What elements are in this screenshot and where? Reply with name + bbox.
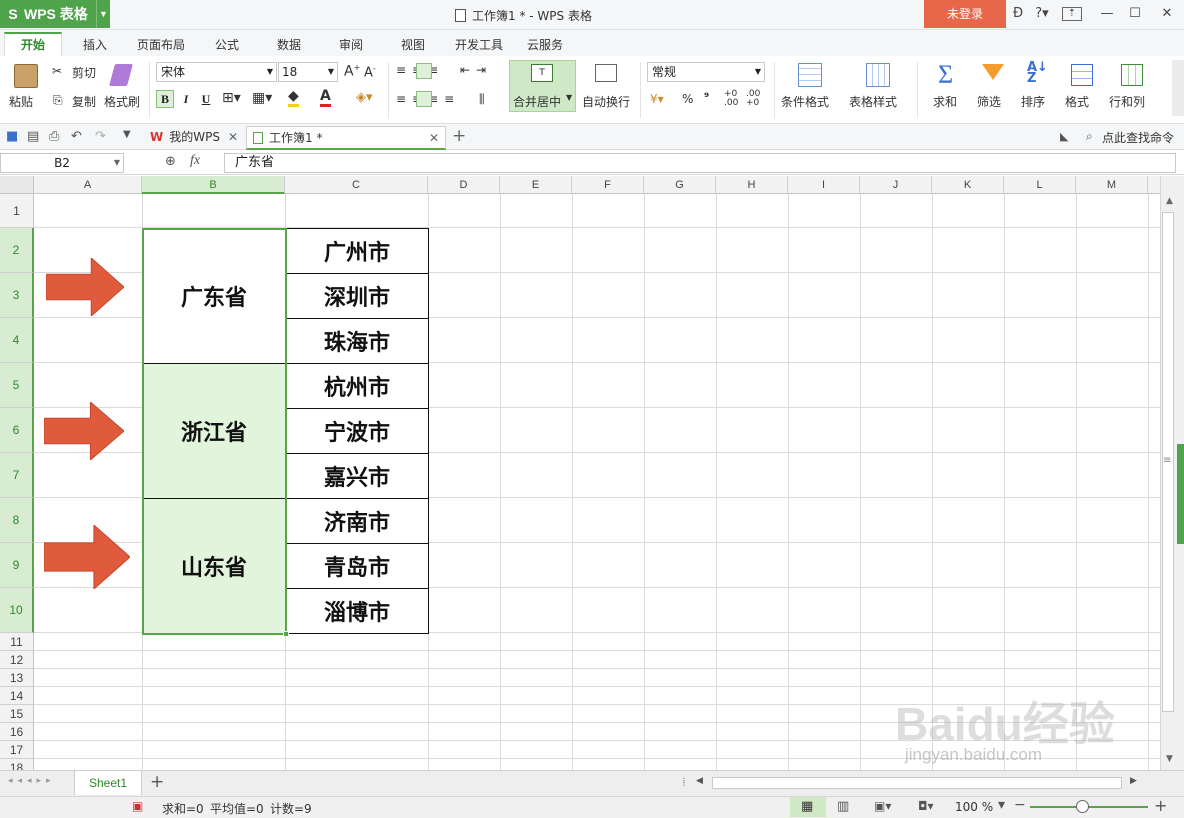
row-header-11[interactable]: 11 <box>0 633 34 651</box>
column-header-j[interactable]: J <box>860 176 932 194</box>
grid-line <box>500 194 501 770</box>
column-header-g[interactable]: G <box>644 176 716 194</box>
row-header-6[interactable]: 6 <box>0 408 34 453</box>
row-header-14[interactable]: 14 <box>0 687 34 705</box>
grid-line <box>34 686 1160 687</box>
scroll-down-icon[interactable]: ▼ <box>1166 754 1173 764</box>
row-header-10[interactable]: 10 <box>0 588 34 633</box>
add-sheet-plus-icon[interactable]: + <box>150 772 164 792</box>
zoom-out-icon[interactable]: − <box>1014 797 1026 813</box>
row-header-16[interactable]: 16 <box>0 723 34 741</box>
side-panel-handle[interactable] <box>1177 444 1184 544</box>
column-header-f[interactable]: F <box>572 176 644 194</box>
city-cell[interactable]: 深圳市 <box>285 273 429 319</box>
scroll-up-icon[interactable]: ▲ <box>1166 196 1173 206</box>
city-cell[interactable]: 广州市 <box>285 228 429 274</box>
sheet-nav-arrows-icon[interactable]: ◂◂◂▸▸ <box>8 776 56 786</box>
row-header-12[interactable]: 12 <box>0 651 34 669</box>
zoom-slider-track[interactable] <box>1030 806 1148 808</box>
column-header-l[interactable]: L <box>1004 176 1076 194</box>
right-arrow-icon <box>44 525 130 589</box>
column-header-k[interactable]: K <box>932 176 1004 194</box>
right-arrow-icon <box>46 258 124 316</box>
grid-line <box>932 194 933 770</box>
city-cell[interactable]: 济南市 <box>285 498 429 544</box>
macro-record-icon[interactable]: ▣ <box>132 799 143 813</box>
row-header-2[interactable]: 2 <box>0 228 34 273</box>
horizontal-scroll-thumb[interactable] <box>712 777 1122 789</box>
row-header-13[interactable]: 13 <box>0 669 34 687</box>
row-header-9[interactable]: 9 <box>0 543 34 588</box>
row-header-15[interactable]: 15 <box>0 705 34 723</box>
normal-view-icon: ▦ <box>801 799 814 814</box>
city-cell[interactable]: 珠海市 <box>285 318 429 364</box>
column-header-c[interactable]: C <box>285 176 428 194</box>
grid-line <box>644 194 645 770</box>
sheet-tab-sheet1[interactable]: Sheet1 <box>74 771 142 795</box>
row-header-17[interactable]: 17 <box>0 741 34 759</box>
column-header-a[interactable]: A <box>34 176 142 194</box>
grid-line <box>860 194 861 770</box>
chevron-down-icon[interactable]: ▾ <box>998 797 1005 813</box>
row-header-3[interactable]: 3 <box>0 273 34 318</box>
city-cell[interactable]: 淄博市 <box>285 588 429 634</box>
row-header-5[interactable]: 5 <box>0 363 34 408</box>
zoom-level: 100 % <box>955 800 994 814</box>
right-arrow-icon <box>44 402 124 460</box>
zoom-in-icon[interactable]: + <box>1154 796 1167 815</box>
row-header-18[interactable]: 18 <box>0 759 34 770</box>
ribbon-scroll-right[interactable] <box>1172 60 1184 116</box>
status-average: 平均值=0 <box>210 802 264 816</box>
scroll-right-icon[interactable]: ▶ <box>1130 776 1137 786</box>
row-header-1[interactable]: 1 <box>0 194 34 228</box>
row-header-4[interactable]: 4 <box>0 318 34 363</box>
cell-layer: 1 2 3 4 5 6 7 8 9 10 11 12 13 14 15 16 17 18 广东省 浙江省 山东省 广州市深… <box>0 0 1160 770</box>
status-sum: 求和=0 <box>162 802 204 816</box>
city-cell[interactable]: 宁波市 <box>285 408 429 454</box>
column-header-i[interactable]: I <box>788 176 860 194</box>
scroll-left-icon[interactable]: ◀ <box>696 776 703 786</box>
city-cell[interactable]: 嘉兴市 <box>285 453 429 499</box>
city-cell[interactable]: 杭州市 <box>285 363 429 409</box>
grid-line <box>1076 194 1077 770</box>
city-cell[interactable]: 青岛市 <box>285 543 429 589</box>
split-handle-icon[interactable]: ⁞ <box>682 775 686 789</box>
fill-handle[interactable] <box>283 631 289 637</box>
page-break-view-icon[interactable]: ▥ <box>837 799 849 814</box>
grid-line <box>34 650 1160 651</box>
selection-outline <box>142 228 287 635</box>
grid-line <box>572 194 573 770</box>
column-header-b[interactable]: B <box>142 176 285 194</box>
column-header-m[interactable]: M <box>1076 176 1148 194</box>
column-header-d[interactable]: D <box>428 176 500 194</box>
row-header-7[interactable]: 7 <box>0 453 34 498</box>
thumb-grip-icon: ≡ <box>1163 455 1172 466</box>
status-count: 计数=9 <box>270 802 312 816</box>
grid-line <box>716 194 717 770</box>
column-header-h[interactable]: H <box>716 176 788 194</box>
baidu-watermark-url: jingyan.baidu.com <box>905 745 1043 764</box>
close-icon[interactable]: ✕ <box>1158 5 1176 23</box>
page-layout-icon[interactable]: ▣▾ <box>874 799 891 813</box>
grid-line <box>1148 194 1149 770</box>
column-header-e[interactable]: E <box>500 176 572 194</box>
grid-line <box>1004 194 1005 770</box>
row-header-8[interactable]: 8 <box>0 498 34 543</box>
grid-line <box>788 194 789 770</box>
zoom-slider-thumb[interactable] <box>1076 800 1089 813</box>
grid-line <box>34 668 1160 669</box>
reading-mode-icon[interactable]: ◘▾ <box>918 799 934 813</box>
